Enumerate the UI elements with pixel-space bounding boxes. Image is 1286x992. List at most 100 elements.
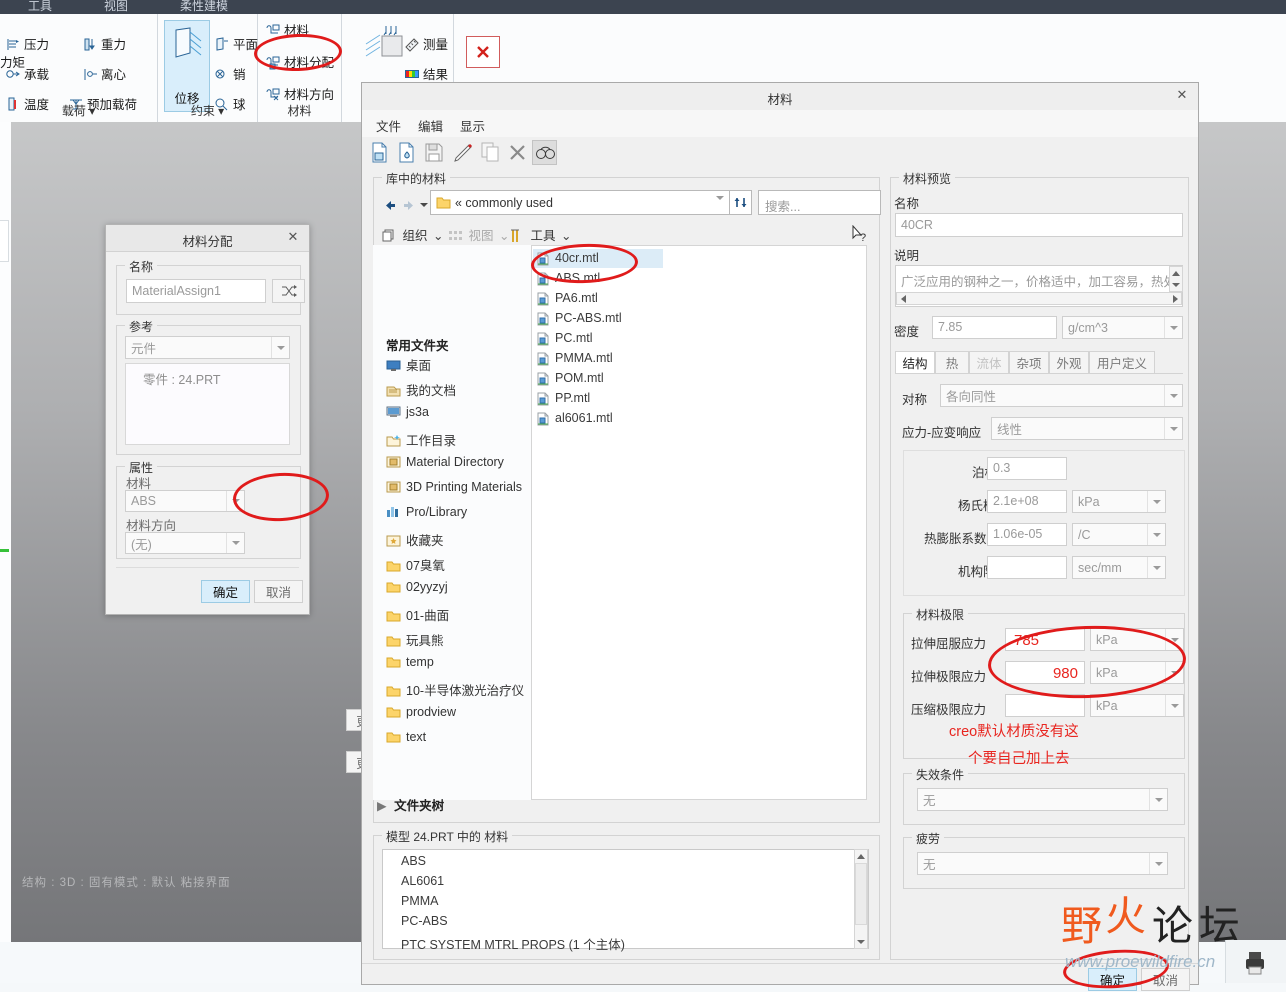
- delete-material-icon[interactable]: [505, 140, 530, 165]
- material-assign-name-input[interactable]: MaterialAssign1: [126, 279, 266, 303]
- material-file-item-4[interactable]: PC.mtl: [533, 329, 663, 348]
- common-folders-pane[interactable]: 常用文件夹 桌面 我的文档 js3a 工作目录 Material Directory 3D…: [373, 245, 541, 881]
- material-file-item-2[interactable]: PA6.mtl: [533, 289, 663, 308]
- tab-structure[interactable]: 结构: [895, 351, 935, 373]
- scroll-thumb[interactable]: [855, 863, 867, 925]
- model-materials-list[interactable]: ABS AL6061 PMMA PC-ABS PTC SYSTEM MTRL PROPS…: [382, 849, 869, 952]
- copy-material-icon[interactable]: [478, 140, 503, 165]
- reference-type-combo[interactable]: 元件: [125, 336, 290, 359]
- ribbon-tab-tools[interactable]: 工具: [28, 0, 52, 14]
- reference-list[interactable]: 零件 : 24.PRT: [125, 363, 290, 445]
- ribbon-item-measure[interactable]: 测量: [404, 34, 448, 53]
- path-bar[interactable]: « commonly used: [430, 190, 730, 215]
- material-orientation-combo[interactable]: (无): [125, 532, 245, 554]
- ribbon-button-displacement[interactable]: 位移: [164, 20, 210, 112]
- edit-material-icon[interactable]: [451, 140, 476, 165]
- folder-tree-toggle[interactable]: ▶ 文件夹树: [377, 795, 444, 814]
- cmd-view[interactable]: 视图 ⌄: [448, 225, 509, 244]
- material-file-list[interactable]: 40cr.mtl ABS.mtl PA6.mtl PC-ABS.mtl PC.mtl PM…: [531, 245, 867, 800]
- scroll-up-icon[interactable]: [1170, 267, 1182, 279]
- ribbon-item-gravity[interactable]: 重力: [82, 34, 126, 53]
- cmd-organize[interactable]: 组织 ⌄: [382, 225, 443, 244]
- refresh-button[interactable]: [730, 190, 752, 215]
- thermal-expansion-unit-combo[interactable]: /C: [1072, 523, 1166, 546]
- ribbon-group-loads-caption[interactable]: 载荷 ▾: [0, 102, 157, 119]
- name-refresh-button[interactable]: [272, 279, 305, 303]
- save-material-icon[interactable]: [421, 140, 446, 165]
- close-study-button[interactable]: [466, 36, 500, 68]
- scroll-left-icon[interactable]: [898, 294, 908, 303]
- material-file-item-6[interactable]: POM.mtl: [533, 369, 663, 388]
- ribbon-item-pressure[interactable]: 压力: [5, 34, 49, 53]
- close-icon[interactable]: ✕: [1174, 87, 1190, 103]
- chevron-down-icon[interactable]: [1149, 853, 1167, 874]
- folder-item-1[interactable]: 我的文档: [386, 380, 456, 400]
- folder-item-13[interactable]: 10-半导体激光治疗仪: [386, 680, 524, 700]
- model-materials-scrollbar[interactable]: [854, 849, 868, 949]
- scroll-up-icon[interactable]: [855, 850, 867, 862]
- reference-list-item[interactable]: 零件 : 24.PRT: [143, 369, 221, 388]
- folder-item-2[interactable]: js3a: [386, 405, 429, 421]
- density-unit-combo[interactable]: g/cm^3: [1062, 316, 1183, 339]
- menu-file[interactable]: 文件: [376, 116, 401, 135]
- desc-hscroll[interactable]: [896, 292, 1182, 305]
- folder-item-7[interactable]: 收藏夹: [386, 530, 444, 550]
- folder-item-12[interactable]: temp: [386, 655, 434, 671]
- fatigue-combo[interactable]: 无: [917, 852, 1168, 875]
- chevron-down-icon[interactable]: [1164, 418, 1182, 439]
- folder-item-14[interactable]: prodview: [386, 705, 456, 721]
- youngs-modulus-input[interactable]: 2.1e+08: [987, 490, 1067, 513]
- nav-forward-button[interactable]: [400, 197, 416, 213]
- youngs-modulus-unit-combo[interactable]: kPa: [1072, 490, 1166, 513]
- ribbon-tab-view[interactable]: 视图: [104, 0, 128, 14]
- model-material-item-0[interactable]: ABS: [401, 854, 426, 868]
- material-file-item-3[interactable]: PC-ABS.mtl: [533, 309, 663, 328]
- folder-item-5[interactable]: 3D Printing Materials: [386, 480, 522, 496]
- chevron-down-icon[interactable]: [226, 533, 244, 553]
- folder-item-4[interactable]: Material Directory: [386, 455, 504, 471]
- desc-vscroll[interactable]: [1169, 266, 1183, 292]
- tab-user-defined[interactable]: 用户定义: [1089, 351, 1155, 373]
- stress-strain-combo[interactable]: 线性: [991, 417, 1183, 440]
- material-file-item-5[interactable]: PMMA.mtl: [533, 349, 663, 368]
- chevron-down-icon[interactable]: [271, 337, 289, 358]
- ribbon-tab-flexible-modeling[interactable]: 柔性建模: [180, 0, 228, 14]
- material-assign-ok-button[interactable]: 确定: [201, 580, 250, 603]
- scroll-right-icon[interactable]: [1170, 294, 1180, 303]
- folder-item-9[interactable]: 02yyzyj: [386, 580, 448, 596]
- new-material-icon[interactable]: [367, 140, 392, 165]
- chevron-down-icon[interactable]: [1164, 317, 1182, 338]
- thermal-expansion-input[interactable]: 1.06e-05: [987, 523, 1067, 546]
- failure-condition-combo[interactable]: 无: [917, 788, 1168, 811]
- model-material-item-2[interactable]: PMMA: [401, 894, 439, 908]
- viewport-left-tab[interactable]: [0, 220, 9, 262]
- folder-item-3[interactable]: 工作目录: [386, 430, 456, 450]
- chevron-down-icon[interactable]: [1149, 789, 1167, 810]
- folder-item-11[interactable]: 玩具熊: [386, 630, 444, 650]
- search-input[interactable]: 搜索...: [758, 190, 881, 215]
- chevron-down-icon[interactable]: [1147, 491, 1165, 512]
- model-material-item-4[interactable]: PTC SYSTEM MTRL PROPS (1 个主体): [401, 934, 625, 953]
- scroll-down-icon[interactable]: [855, 936, 867, 948]
- ribbon-item-bearing-load[interactable]: 承载: [5, 64, 49, 83]
- preview-name-input[interactable]: 40CR: [895, 213, 1183, 237]
- ribbon-group-constraints-caption[interactable]: 约束 ▾: [158, 102, 257, 119]
- ribbon-item-centrifugal[interactable]: 离心: [82, 64, 126, 83]
- tab-thermal[interactable]: 热: [935, 351, 969, 373]
- mechanism-damping-unit-combo[interactable]: sec/mm: [1072, 556, 1166, 579]
- folder-item-6[interactable]: Pro/Library: [386, 505, 467, 521]
- menu-display[interactable]: 显示: [460, 116, 485, 135]
- ribbon-item-results[interactable]: 结果: [404, 64, 448, 83]
- chevron-down-icon[interactable]: [1165, 695, 1183, 716]
- cmd-tools[interactable]: 工具 ⌄: [510, 225, 571, 244]
- compressive-ultimate-unit-combo[interactable]: kPa: [1090, 694, 1184, 717]
- mechanism-damping-input[interactable]: [987, 556, 1067, 579]
- poisson-input[interactable]: 0.3: [987, 457, 1067, 480]
- menu-edit[interactable]: 编辑: [418, 116, 443, 135]
- symmetry-combo[interactable]: 各向同性: [940, 384, 1183, 407]
- density-input[interactable]: 7.85: [932, 316, 1057, 339]
- ribbon-item-planar[interactable]: 平面: [214, 34, 258, 53]
- chevron-down-icon[interactable]: [1164, 385, 1182, 406]
- show-material-icon[interactable]: [532, 140, 557, 165]
- model-material-item-1[interactable]: AL6061: [401, 874, 444, 888]
